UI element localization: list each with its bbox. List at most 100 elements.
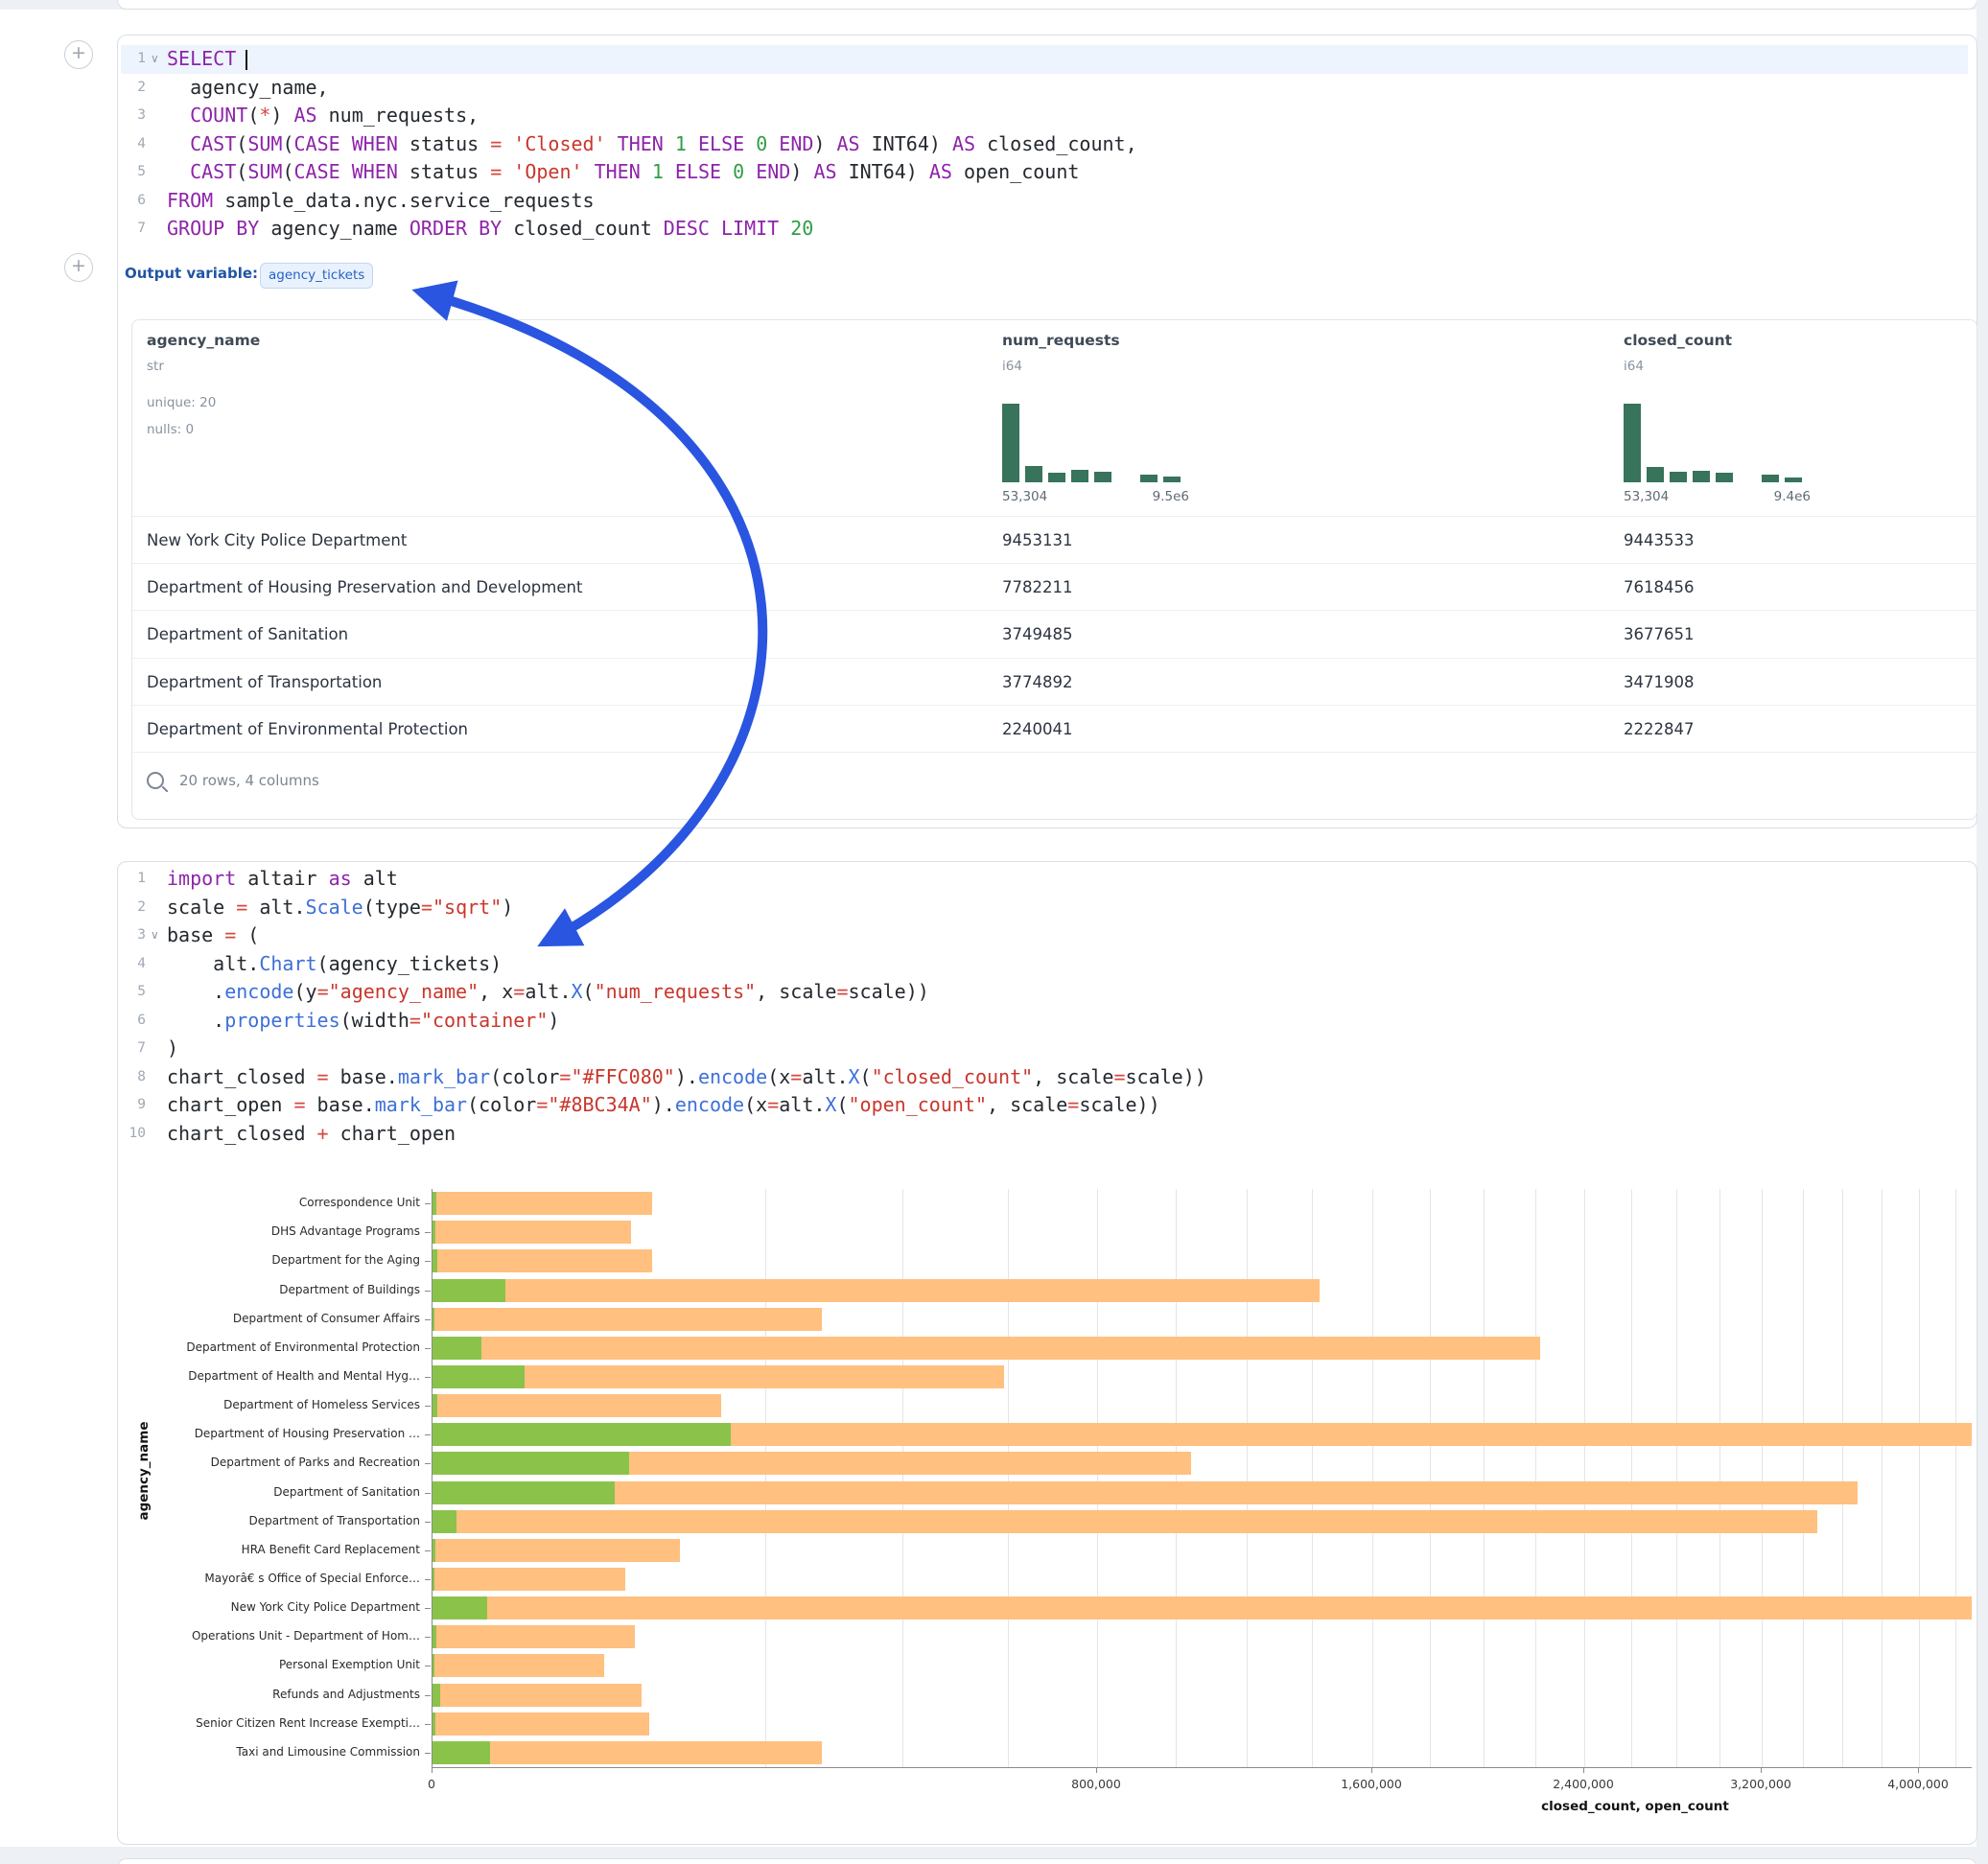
code-token: WHEN xyxy=(352,132,398,155)
fold-chevron-icon[interactable]: ∨ xyxy=(151,921,159,950)
code-token: alt. xyxy=(802,1065,848,1088)
column-histogram xyxy=(1624,404,1811,482)
gridline xyxy=(1631,1189,1632,1767)
table-row[interactable]: New York City Police Department945313194… xyxy=(132,516,1976,564)
column-header[interactable]: agency_name xyxy=(147,332,260,349)
code-token: END xyxy=(779,132,813,155)
code-line[interactable]: 3 COUNT(*) AS num_requests, xyxy=(121,102,1968,130)
code-text: import altair as alt xyxy=(167,865,398,894)
code-token: "container" xyxy=(421,1009,548,1032)
gridline xyxy=(1762,1189,1763,1767)
fold-chevron-icon[interactable]: ∨ xyxy=(151,45,159,74)
output-variable-chip[interactable]: agency_tickets xyxy=(260,263,373,289)
closed-count-bar xyxy=(433,1221,631,1244)
code-line[interactable]: 2scale = alt.Scale(type="sqrt") xyxy=(121,894,1968,922)
code-line[interactable]: 4 CAST(SUM(CASE WHEN status = 'Closed' T… xyxy=(121,130,1968,159)
closed-count-bar xyxy=(433,1337,1540,1360)
column-header[interactable]: closed_count xyxy=(1624,332,1732,349)
table-shape-text: 20 rows, 4 columns xyxy=(179,772,319,789)
y-axis-tick xyxy=(425,1434,431,1435)
python-code-editor[interactable]: 1import altair as alt2scale = alt.Scale(… xyxy=(121,865,1968,1148)
table-row[interactable]: Department of Sanitation37494853677651 xyxy=(132,610,1976,658)
open-count-bar xyxy=(433,1337,481,1360)
line-number: 8 xyxy=(121,1063,146,1092)
code-token xyxy=(721,160,733,183)
code-token xyxy=(502,160,513,183)
code-line[interactable]: 1∨SELECT xyxy=(121,45,1968,74)
open-count-bar xyxy=(433,1394,437,1417)
code-line[interactable]: 7) xyxy=(121,1035,1968,1063)
column-type: str xyxy=(147,359,164,374)
table-row[interactable]: Department of Environmental Protection22… xyxy=(132,705,1976,753)
line-number: 1 xyxy=(121,45,146,74)
gridline xyxy=(1919,1189,1920,1767)
code-token xyxy=(664,160,675,183)
y-axis-tick xyxy=(425,1522,431,1523)
y-axis-label: Department of Transportation xyxy=(115,1514,420,1527)
line-number: 3 xyxy=(121,921,146,950)
code-line[interactable]: 6 .properties(width="container") xyxy=(121,1007,1968,1036)
sql-code-editor[interactable]: 1∨SELECT2 agency_name,3 COUNT(*) AS num_… xyxy=(121,45,1968,244)
search-icon[interactable] xyxy=(147,772,164,789)
code-token: ) xyxy=(167,1037,178,1060)
code-text: ) xyxy=(167,1035,178,1063)
gridline xyxy=(765,1189,766,1767)
code-token: = xyxy=(767,1093,779,1116)
chart-plot-area[interactable] xyxy=(432,1189,1972,1768)
line-number: 6 xyxy=(121,1007,146,1036)
code-token: CAST xyxy=(190,160,236,183)
code-token xyxy=(340,132,352,155)
code-line[interactable]: 3∨base = ( xyxy=(121,921,1968,950)
x-axis-label: 800,000 xyxy=(1029,1777,1163,1791)
code-token: scale xyxy=(167,896,236,919)
code-line[interactable]: 6FROM sample_data.nyc.service_requests xyxy=(121,187,1968,216)
gridline xyxy=(1882,1189,1883,1767)
code-line[interactable]: 1import altair as alt xyxy=(121,865,1968,894)
code-token: agency_name xyxy=(259,217,409,240)
code-token: "#FFC080" xyxy=(571,1065,674,1088)
column-header[interactable]: num_requests xyxy=(1002,332,1120,349)
code-token: LIMIT xyxy=(721,217,779,240)
open-count-bar xyxy=(433,1568,434,1591)
y-axis-tick xyxy=(425,1406,431,1407)
y-axis-label: Refunds and Adjustments xyxy=(115,1688,420,1701)
y-axis-tick xyxy=(425,1377,431,1378)
code-line[interactable]: 5 .encode(y="agency_name", x=alt.X("num_… xyxy=(121,978,1968,1007)
add-cell-button[interactable]: + xyxy=(64,253,93,282)
code-line[interactable]: 4 alt.Chart(agency_tickets) xyxy=(121,950,1968,979)
code-token: base. xyxy=(306,1093,375,1116)
histogram-bar xyxy=(1762,475,1779,482)
add-cell-button[interactable]: + xyxy=(64,40,93,69)
code-line[interactable]: 10chart_closed + chart_open xyxy=(121,1120,1968,1149)
code-token: END xyxy=(756,160,790,183)
code-line[interactable]: 5 CAST(SUM(CASE WHEN status = 'Open' THE… xyxy=(121,158,1968,187)
code-line[interactable]: 8chart_closed = base.mark_bar(color="#FF… xyxy=(121,1063,1968,1092)
code-token: X xyxy=(849,1065,860,1088)
code-token xyxy=(167,160,190,183)
table-row[interactable]: Department of Housing Preservation and D… xyxy=(132,563,1976,611)
plus-icon: + xyxy=(71,42,86,63)
code-token: = xyxy=(224,923,236,946)
table-cell: 3749485 xyxy=(1002,611,1073,658)
y-axis-label: Personal Exemption Unit xyxy=(115,1658,420,1671)
code-token: ) xyxy=(813,132,836,155)
y-axis-tick xyxy=(425,1637,431,1638)
gridline xyxy=(1312,1189,1313,1767)
code-line[interactable]: 9chart_open = base.mark_bar(color="#8BC3… xyxy=(121,1091,1968,1120)
code-token: WHEN xyxy=(352,160,398,183)
table-row[interactable]: Department of Transportation377489234719… xyxy=(132,658,1976,706)
code-token: ( xyxy=(236,160,247,183)
code-line[interactable]: 2 agency_name, xyxy=(121,74,1968,103)
y-axis-label: Department of Buildings xyxy=(115,1283,420,1296)
histogram-bar xyxy=(1002,404,1019,482)
code-token: alt. xyxy=(779,1093,825,1116)
y-axis-label: Department of Housing Preservation … xyxy=(115,1427,420,1440)
open-count-bar xyxy=(433,1684,440,1707)
y-axis-label: Department of Health and Mental Hyg… xyxy=(115,1369,420,1383)
code-text: FROM sample_data.nyc.service_requests xyxy=(167,187,595,216)
code-token: (x xyxy=(767,1065,790,1088)
code-token xyxy=(583,160,595,183)
code-token xyxy=(710,217,721,240)
code-line[interactable]: 7GROUP BY agency_name ORDER BY closed_co… xyxy=(121,215,1968,244)
table-cell: Department of Environmental Protection xyxy=(147,706,468,753)
